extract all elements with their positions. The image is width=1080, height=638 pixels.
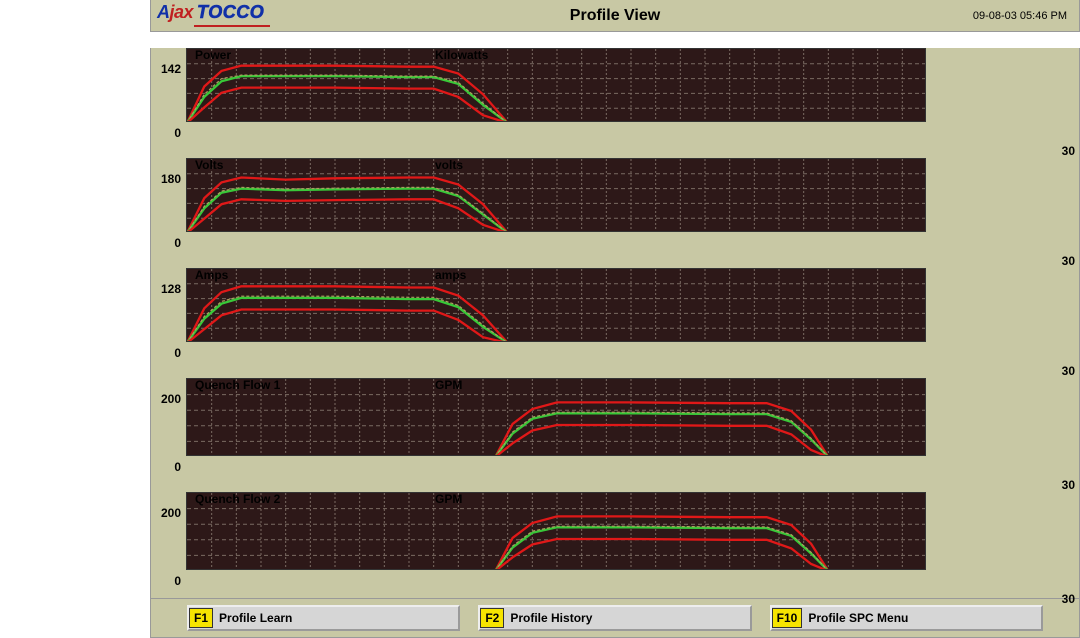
- logo-ajax: Ajax: [157, 2, 193, 23]
- footer-bar: F1 Profile Learn F2 Profile History F10 …: [150, 599, 1080, 638]
- series-lower: [495, 425, 828, 456]
- chart-quench-flow-1: Quench Flow 1GPM200030: [151, 378, 1079, 476]
- logo: Ajax TOCCO: [157, 2, 264, 23]
- chart-xmax: 30: [1062, 364, 1075, 378]
- profile-learn-button[interactable]: F1 Profile Learn: [187, 605, 460, 631]
- chart-name: Volts: [195, 158, 223, 172]
- charts-area: Power Kilowatts 142 0 30 Volts volts 180 0 30 Amps…: [150, 48, 1080, 599]
- chart-ymax: 142: [151, 62, 181, 76]
- chart-plot: [186, 378, 926, 456]
- datetime: 09-08-03 05:46 PM: [973, 10, 1067, 22]
- chart-power: PowerKilowatts142030: [151, 48, 1079, 142]
- chart-unit: GPM: [435, 492, 462, 506]
- series-nominal: [187, 296, 508, 342]
- chart-amps: Ampsamps128030: [151, 268, 1079, 362]
- chart-xmax: 30: [1062, 144, 1075, 158]
- f10-label: Profile SPC Menu: [808, 611, 908, 625]
- chart-quench-flow-2: Quench Flow 2GPM200030: [151, 492, 1079, 590]
- chart-ymax: 200: [151, 392, 181, 406]
- chart-name: Quench Flow 1: [195, 378, 280, 392]
- chart-ymin: 0: [151, 346, 181, 360]
- f2-label: Profile History: [510, 611, 592, 625]
- chart-name: Quench Flow 2: [195, 492, 280, 506]
- chart-ymax: 128: [151, 282, 181, 296]
- chart-name: Amps: [195, 268, 228, 282]
- series-upper: [187, 286, 508, 342]
- chart-xmax: 30: [1062, 478, 1075, 492]
- chart-plot: [186, 158, 926, 232]
- page-title: Profile View: [570, 7, 660, 25]
- chart-ymax: 180: [151, 172, 181, 186]
- f1-key: F1: [189, 608, 213, 628]
- chart-ymin: 0: [151, 460, 181, 474]
- chart-xmax: 30: [1062, 592, 1075, 606]
- chart-ymin: 0: [151, 236, 181, 250]
- series-lower: [495, 539, 828, 570]
- chart-plot: [186, 48, 926, 122]
- series-lower: [187, 199, 508, 232]
- f10-key: F10: [772, 608, 803, 628]
- series-upper: [187, 66, 508, 122]
- chart-unit: volts: [435, 158, 463, 172]
- profile-spc-menu-button[interactable]: F10 Profile SPC Menu: [770, 605, 1043, 631]
- chart-unit: GPM: [435, 378, 462, 392]
- chart-ymin: 0: [151, 126, 181, 140]
- chart-plot: [186, 492, 926, 570]
- chart-ymax: 200: [151, 506, 181, 520]
- f1-label: Profile Learn: [219, 611, 292, 625]
- series-upper: [187, 178, 508, 233]
- series-lower: [187, 310, 508, 343]
- logo-tocco: TOCCO: [197, 2, 264, 23]
- series-lower: [187, 88, 508, 122]
- chart-unit: amps: [435, 268, 466, 282]
- chart-plot: [186, 268, 926, 342]
- series-actual: [495, 413, 828, 456]
- series-actual: [495, 527, 828, 570]
- chart-volts: Voltsvolts180030: [151, 158, 1079, 252]
- chart-unit: Kilowatts: [435, 48, 488, 62]
- header-bar: Ajax TOCCO Profile View 09-08-03 05:46 P…: [150, 0, 1080, 32]
- profile-history-button[interactable]: F2 Profile History: [478, 605, 751, 631]
- f2-key: F2: [480, 608, 504, 628]
- chart-xmax: 30: [1062, 254, 1075, 268]
- chart-name: Power: [195, 48, 231, 62]
- chart-ymin: 0: [151, 574, 181, 588]
